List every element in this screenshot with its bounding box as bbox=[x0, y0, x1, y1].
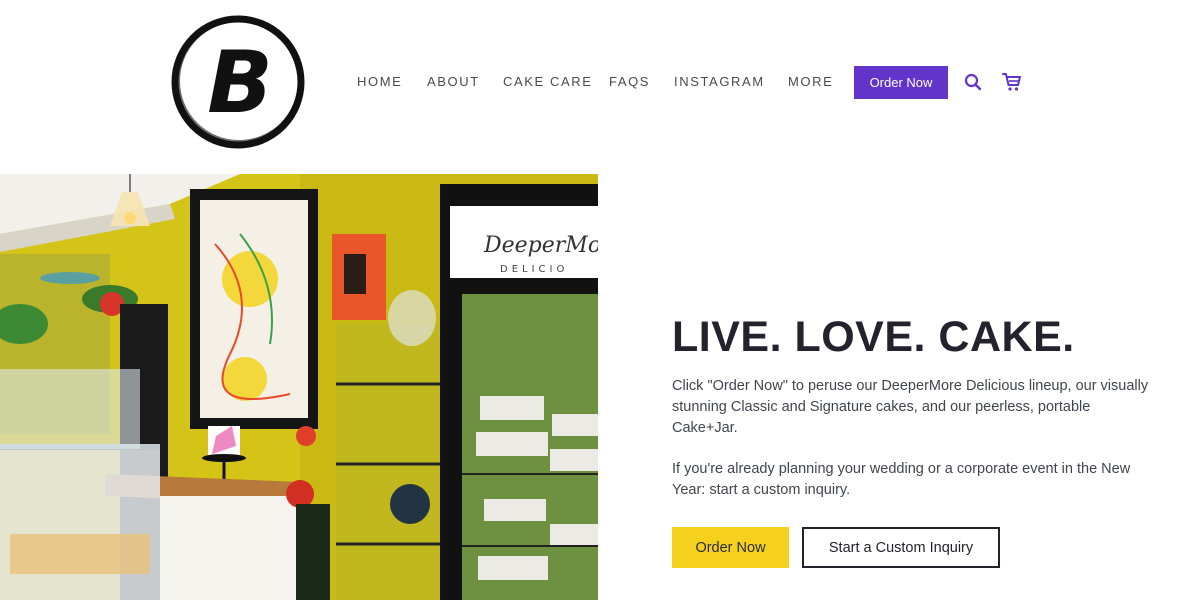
hero-paragraph-inquiry: If you're already planning your wedding … bbox=[672, 461, 1131, 498]
nav-cake-care[interactable]: CAKE CARE bbox=[503, 74, 593, 89]
cart-icon[interactable] bbox=[1001, 71, 1023, 93]
nav-order-now-button[interactable]: Order Now bbox=[854, 66, 948, 99]
photo-sign-text: DeeperMore bbox=[483, 233, 598, 258]
hero-photo: DeeperMore DELICIO bbox=[0, 174, 598, 600]
nav-more[interactable]: MORE bbox=[788, 74, 833, 89]
start-custom-inquiry-button[interactable]: Start a Custom Inquiry bbox=[802, 527, 1000, 568]
nav-instagram[interactable]: INSTAGRAM bbox=[674, 74, 765, 89]
photo-sign-subtext: DELICIO bbox=[500, 264, 568, 275]
nav-home[interactable]: HOME bbox=[357, 74, 402, 89]
search-icon[interactable] bbox=[962, 71, 984, 93]
nav-about[interactable]: ABOUT bbox=[427, 74, 480, 89]
main-nav: HOME ABOUT CAKE CARE FAQS INSTAGRAM MORE… bbox=[0, 0, 1200, 165]
hero-paragraph-intro: Click "Order Now" to peruse our DeeperMo… bbox=[672, 378, 1149, 436]
nav-faqs[interactable]: FAQS bbox=[609, 74, 650, 89]
hero-order-now-button[interactable]: Order Now bbox=[672, 527, 789, 568]
bakery-interior-image: DeeperMore DELICIO bbox=[0, 174, 598, 600]
hero-title: LIVE. LOVE. CAKE. bbox=[672, 313, 1075, 361]
